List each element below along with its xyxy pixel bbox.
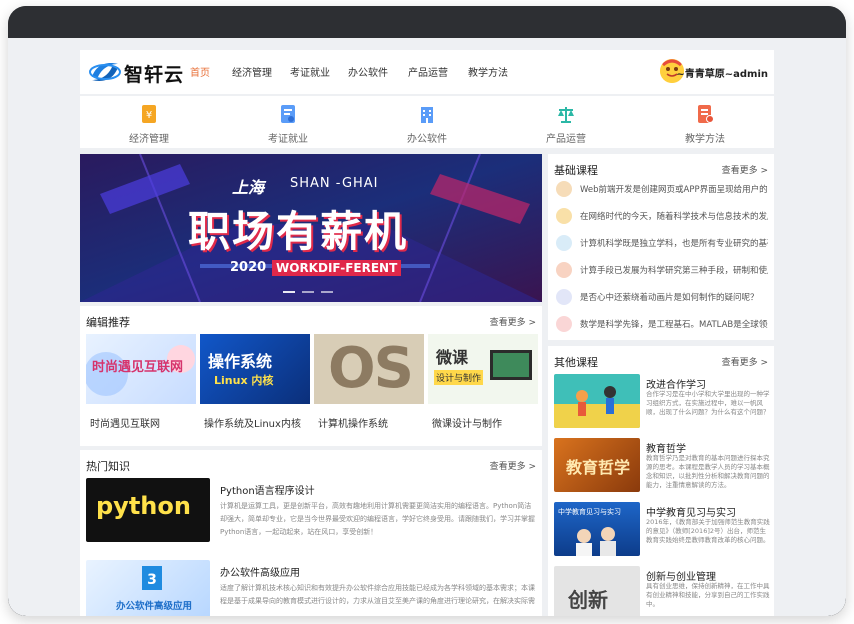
avatar <box>556 262 572 278</box>
hot-description: 适度了解计算机技术核心知识和有效提升办公软件综合应用技能已经成为各学科领域的基本… <box>220 584 535 605</box>
nav-item-teaching[interactable]: 教学方法 <box>468 64 508 79</box>
hot-title[interactable]: 办公软件高级应用 <box>220 564 300 579</box>
site-header: 智轩云 首页 经济管理 考证就业 办公软件 产品运营 教学方法 ~青青草原~ad… <box>80 50 774 94</box>
course-thumbnail: 创新 <box>554 566 640 616</box>
course-card[interactable]: 时尚遇见互联网 时尚遇见互联网 <box>86 334 196 440</box>
hot-thumbnail: python <box>86 478 210 542</box>
brand-name: 智轩云 <box>124 64 185 86</box>
avatar <box>556 181 572 197</box>
section-title: 编辑推荐 <box>86 316 130 329</box>
view-more-link[interactable]: 查看更多 > <box>722 355 768 368</box>
banner-tag: WORKDIF-FERENT <box>272 260 402 276</box>
section-title: 热门知识 <box>86 460 130 473</box>
user-name[interactable]: ~青青草原~admin <box>676 65 768 80</box>
nav-item-certificate[interactable]: 考证就业 <box>290 64 330 79</box>
section-title: 其他课程 <box>554 356 598 369</box>
certificate-icon <box>281 105 295 123</box>
category-certificate[interactable]: 考证就业 <box>219 96 357 148</box>
editor-recommend-section: 编辑推荐 查看更多 > 时尚遇见互联网 时尚遇见互联网 操作系统 Linux 内… <box>80 306 542 446</box>
view-more-link[interactable]: 查看更多 > <box>722 163 768 176</box>
banner-city: 上海 <box>232 178 265 197</box>
list-item[interactable]: 是否心中还萦绕着动画片是如何制作的疑问呢？ <box>556 286 770 308</box>
view-more-link[interactable]: 查看更多 > <box>490 459 536 472</box>
course-card[interactable]: 微课 设计与制作 微课设计与制作 <box>428 334 538 440</box>
course-caption: 计算机操作系统 <box>318 419 388 430</box>
nav-item-office[interactable]: 办公软件 <box>348 64 388 79</box>
course-caption: 操作系统及Linux内核 <box>204 419 301 430</box>
category-bar: ¥ 经济管理 考证就业 办公软件 产品运营 教学方法 <box>80 96 774 148</box>
nav-item-economy[interactable]: 经济管理 <box>232 64 272 79</box>
hot-title[interactable]: Python语言程序设计 <box>220 482 315 497</box>
course-card[interactable]: OS 计算机操作系统 <box>314 334 424 440</box>
course-thumbnail: 操作系统 Linux 内核 <box>200 334 310 404</box>
list-item[interactable]: 计算手段已发展为科学研究第三种手段，研制和使用 <box>556 259 770 281</box>
view-more-link[interactable]: 查看更多 > <box>490 315 536 328</box>
list-item[interactable]: 数学是科学先锋，是工程基石。MATLAB是全球领先 <box>556 313 770 335</box>
hot-description: 计算机是运算工具，更是创新平台，高效有趣地利用计算机需要更简洁实用的编程语言。P… <box>220 502 535 536</box>
list-item[interactable]: 在网络时代的今天，随着科学技术与信息技术的发展 <box>556 205 770 227</box>
banner-city-en: SHAN -GHAI <box>290 176 379 191</box>
site-logo[interactable]: 智轩云 <box>88 58 192 86</box>
svg-text:¥: ¥ <box>146 110 152 121</box>
building-icon <box>421 107 433 123</box>
browser-viewport: 智轩云 首页 经济管理 考证就业 办公软件 产品运营 教学方法 ~青青草原~ad… <box>8 38 846 616</box>
category-teaching[interactable]: 教学方法 <box>636 96 774 148</box>
list-item[interactable]: 改进合作学习 合作学习是在中小学和大学里出现的一种学习组织方式，在实施过程中，难… <box>554 374 770 434</box>
scale-icon <box>558 107 574 123</box>
section-title: 基础课程 <box>554 164 598 177</box>
hero-banner[interactable]: 上海 SHAN -GHAI 职场有薪机 2020 WORKDIF-FERENT <box>80 154 542 302</box>
course-caption: 微课设计与制作 <box>432 419 502 430</box>
user-menu[interactable]: ~青青草原~admin <box>658 59 768 85</box>
list-item[interactable]: 教育哲学 教育哲学 教育哲学乃是对教育的基本问题进行探本究源的思考。本课程是教学… <box>554 438 770 498</box>
course-thumbnail <box>554 374 640 428</box>
basic-courses-section: 基础课程 查看更多 > Web前端开发是创建网页或APP界面呈现给用户的过程 在… <box>548 154 774 340</box>
other-courses-section: 其他课程 查看更多 > 改进合作学习 合作学习是在中小学和大学里出现的一种学习组… <box>548 346 774 616</box>
nav-item-product[interactable]: 产品运营 <box>408 64 448 79</box>
list-item[interactable]: 中学教育见习与实习 中学教育见习与实习 2016年，《教育部关于加强师范生教育实… <box>554 502 770 562</box>
category-product[interactable]: 产品运营 <box>497 96 635 148</box>
svg-text:3: 3 <box>147 572 157 588</box>
hot-knowledge-section: 热门知识 查看更多 > python Python语言程序设计 计算机是运算工具… <box>80 450 542 616</box>
avatar <box>556 289 572 305</box>
nav-item-home[interactable]: 首页 <box>190 64 210 79</box>
avatar <box>556 208 572 224</box>
banner-headline: 职场有薪机 <box>188 207 409 256</box>
course-thumbnail: 中学教育见习与实习 <box>554 502 640 556</box>
document-icon <box>698 105 714 123</box>
device-frame: 智轩云 首页 经济管理 考证就业 办公软件 产品运营 教学方法 ~青青草原~ad… <box>8 6 846 616</box>
cloud-logo-icon <box>89 63 121 81</box>
avatar <box>556 316 572 332</box>
course-thumbnail: 时尚遇见互联网 <box>86 334 196 404</box>
category-office[interactable]: 办公软件 <box>358 96 496 148</box>
list-item[interactable]: 创新 创新与创业管理 具有创业思维，保持创新精神，在工作中具有创业精神和技能，分… <box>554 566 770 616</box>
avatar <box>556 235 572 251</box>
course-thumbnail: 教育哲学 <box>554 438 640 492</box>
category-economy[interactable]: ¥ 经济管理 <box>80 96 218 148</box>
device-top-bar <box>8 6 846 38</box>
hot-thumbnail: 3 办公软件高级应用 <box>86 560 210 616</box>
list-item[interactable]: Web前端开发是创建网页或APP界面呈现给用户的过程 <box>556 178 770 200</box>
course-caption: 时尚遇见互联网 <box>90 419 160 430</box>
list-item[interactable]: 计算机科学既是独立学科，也是所有专业研究的基础 <box>556 232 770 254</box>
course-thumbnail: OS <box>314 334 424 404</box>
money-icon: ¥ <box>142 105 156 123</box>
course-thumbnail: 微课 设计与制作 <box>428 334 538 404</box>
banner-year: 2020 <box>230 260 267 275</box>
course-card[interactable]: 操作系统 Linux 内核 操作系统及Linux内核 <box>200 334 310 440</box>
